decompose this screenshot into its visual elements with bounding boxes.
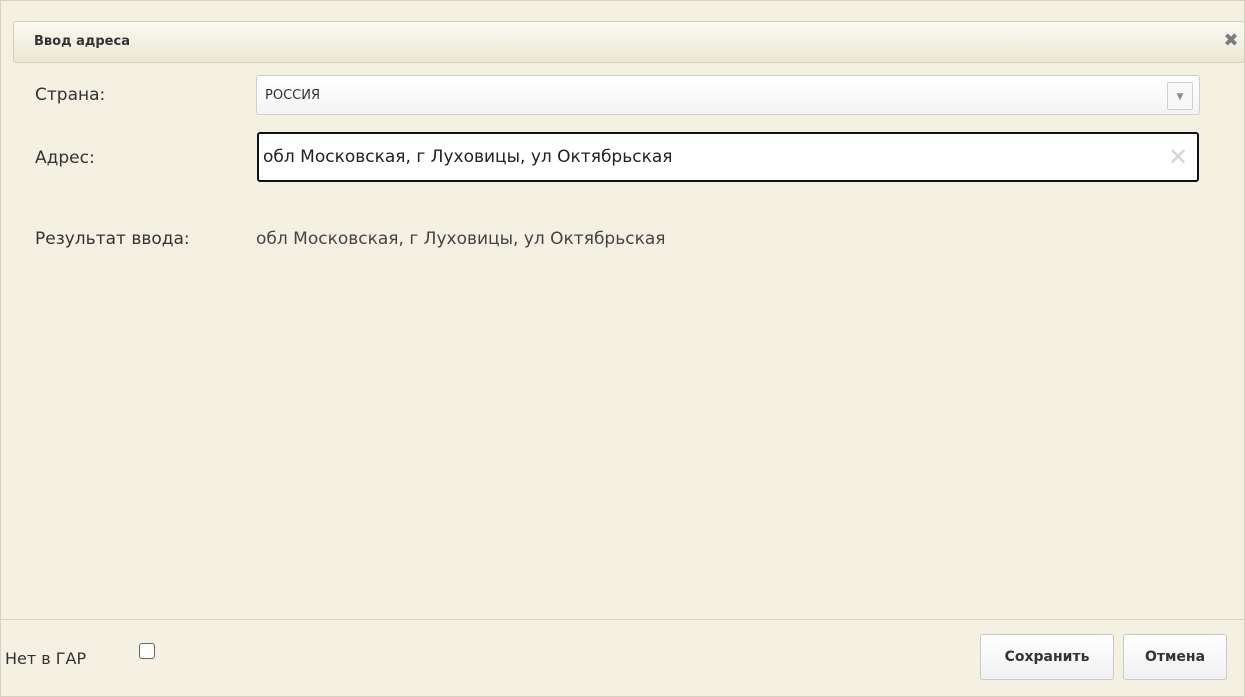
- clear-icon[interactable]: ✕: [1165, 144, 1191, 170]
- address-field[interactable]: ✕: [257, 132, 1199, 182]
- dialog-title: Ввод адреса: [34, 34, 130, 49]
- triangle-down-icon[interactable]: ▼: [1167, 82, 1193, 110]
- address-label: Адрес:: [35, 148, 95, 168]
- cancel-button[interactable]: Отмена: [1123, 634, 1227, 680]
- no-gar-label: Нет в ГАР: [5, 649, 87, 668]
- result-label: Результат ввода:: [35, 229, 190, 249]
- close-icon[interactable]: ✖: [1220, 30, 1242, 52]
- result-value: обл Московская, г Луховицы, ул Октябрьск…: [256, 229, 666, 249]
- save-button[interactable]: Сохранить: [980, 634, 1114, 680]
- address-input-dialog: Ввод адреса ✖ Страна: РОССИЯ ▼ Адрес: ✕ …: [0, 0, 1245, 697]
- dialog-titlebar: Ввод адреса ✖: [13, 21, 1245, 63]
- address-input[interactable]: [263, 142, 1143, 172]
- footer-divider: [1, 619, 1245, 620]
- country-label: Страна:: [35, 85, 106, 105]
- country-select-value: РОССИЯ: [265, 88, 320, 103]
- no-gar-checkbox[interactable]: [139, 643, 155, 659]
- country-select[interactable]: РОССИЯ ▼: [256, 75, 1200, 115]
